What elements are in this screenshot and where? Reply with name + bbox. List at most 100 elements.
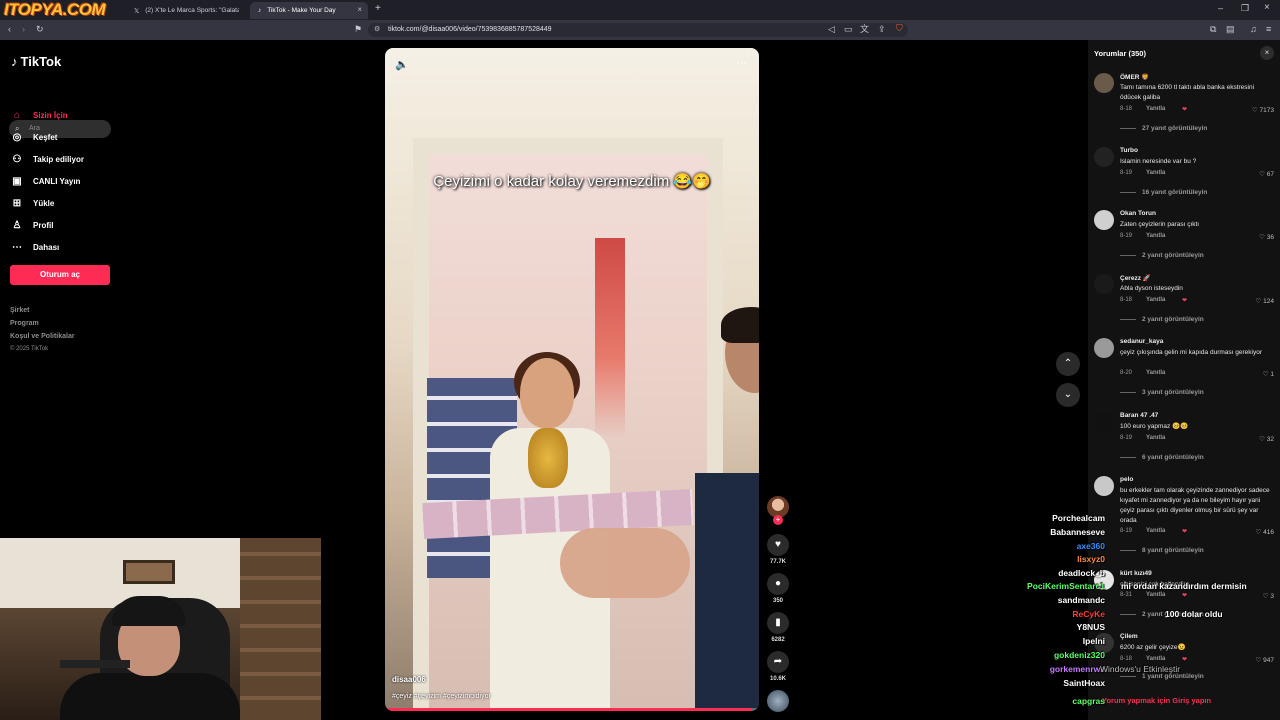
- extensions-icon[interactable]: ⧉: [1210, 25, 1216, 34]
- reply-button[interactable]: Yanıtla: [1146, 370, 1165, 376]
- translate-icon[interactable]: 文: [860, 25, 869, 34]
- view-replies-button[interactable]: 3 yanıt görüntüleyin: [1120, 389, 1204, 396]
- nav-label: Dahası: [33, 242, 60, 252]
- comment-likes[interactable]: ♡ 124: [1256, 297, 1275, 305]
- close-tab-icon[interactable]: ×: [357, 5, 362, 14]
- avatar[interactable]: [1094, 274, 1114, 294]
- comment-likes[interactable]: ♡ 36: [1259, 233, 1274, 241]
- view-replies-button[interactable]: 6 yanıt görüntüleyin: [1120, 454, 1204, 461]
- video-username[interactable]: disaa006: [392, 675, 426, 684]
- forward-icon[interactable]: ›: [22, 25, 25, 34]
- sidebar-toggle-icon[interactable]: ▤: [1226, 25, 1235, 34]
- nav-more[interactable]: ⋯ Dahası: [11, 239, 59, 255]
- comment-user[interactable]: Turbo: [1120, 147, 1138, 154]
- comment-date: 8-19: [1120, 528, 1133, 534]
- video-player[interactable]: 🔈 ⋯ Çeyizimi o kadar kolay veremezdim 😂🤭…: [385, 48, 759, 711]
- avatar[interactable]: [1094, 73, 1114, 93]
- comment-likes[interactable]: ♡ 3: [1263, 592, 1274, 600]
- reply-button[interactable]: Yanıtla: [1146, 528, 1165, 534]
- nav-live[interactable]: ▣ CANLI Yayın: [11, 173, 80, 189]
- new-tab-button[interactable]: +: [375, 3, 381, 14]
- comment-user[interactable]: ÖMER 🦁: [1120, 73, 1149, 81]
- follow-plus-icon[interactable]: +: [773, 515, 783, 525]
- login-button[interactable]: Oturum aç: [10, 265, 110, 285]
- nav-profile[interactable]: ♙ Profil: [11, 217, 54, 233]
- close-window-icon[interactable]: ×: [1264, 2, 1270, 13]
- volume-icon[interactable]: 🔈: [395, 58, 409, 71]
- reply-button[interactable]: Yanıtla: [1146, 435, 1165, 441]
- save-button[interactable]: ▮ 6282: [766, 612, 790, 643]
- login-to-comment-link[interactable]: Yorum yapmak için Giriş yapın: [1102, 696, 1211, 705]
- reply-button[interactable]: Yanıtla: [1146, 233, 1165, 239]
- close-comments-button[interactable]: ×: [1260, 46, 1274, 60]
- share-icon[interactable]: ⇪: [878, 25, 886, 34]
- next-video-button[interactable]: ⌄: [1056, 383, 1080, 407]
- back-icon[interactable]: ‹: [8, 25, 11, 34]
- comment-user[interactable]: Okan Torun: [1120, 210, 1156, 217]
- comment-user[interactable]: Çerezz 🚀: [1120, 274, 1151, 282]
- tab-tiktok[interactable]: ♪ TikTok - Make Your Day ×: [250, 2, 368, 19]
- comment-likes[interactable]: ♡ 67: [1259, 170, 1274, 178]
- comment-date: 8-31: [1120, 592, 1133, 598]
- comment-date: 8-20: [1120, 370, 1133, 376]
- brave-shield-icon[interactable]: ⛉: [896, 24, 903, 33]
- reload-icon[interactable]: ↻: [36, 25, 44, 34]
- nav-explore[interactable]: ◎ Keşfet: [11, 129, 58, 145]
- menu-icon[interactable]: ≡: [1266, 25, 1271, 34]
- comment-user[interactable]: Baran 47 .47: [1120, 412, 1158, 419]
- maximize-icon[interactable]: ❐: [1241, 3, 1249, 14]
- music-disc-icon[interactable]: [767, 690, 789, 712]
- nav-for-you[interactable]: ⌂ Sizin İçin: [11, 107, 68, 123]
- avatar[interactable]: [1094, 338, 1114, 358]
- nav-upload[interactable]: ⊞ Yükle: [11, 195, 55, 211]
- comment-likes[interactable]: ♡ 416: [1256, 528, 1275, 536]
- video-hashtags[interactable]: #çeyiz #çeyizim #çeyizimgidiyor: [392, 693, 491, 700]
- previous-video-button[interactable]: ⌃: [1056, 352, 1080, 376]
- comment-likes[interactable]: ♡ 32: [1259, 435, 1274, 443]
- avatar[interactable]: [1094, 476, 1114, 496]
- comment-likes[interactable]: ♡ 1: [1263, 370, 1274, 378]
- comment-button[interactable]: ● 350: [766, 573, 790, 604]
- bookmark-icon[interactable]: ⚑: [354, 25, 362, 34]
- view-replies-button[interactable]: 2 yanıt görüntüleyin: [1120, 316, 1204, 323]
- video-progress-bar[interactable]: [385, 708, 759, 711]
- avatar[interactable]: [1094, 412, 1114, 432]
- like-button[interactable]: ♥ 77.7K: [766, 534, 790, 565]
- tiktok-sidebar: ♪ TikTok ⌕ Ara ⌂ Sizin İçin ◎ Keşfet ⚇ Taki…: [0, 40, 120, 540]
- wall-picture: [123, 560, 175, 584]
- comment-user[interactable]: sedanur_kaya: [1120, 338, 1163, 345]
- reply-button[interactable]: Yanıtla: [1146, 106, 1165, 112]
- minimize-icon[interactable]: –: [1218, 3, 1223, 13]
- avatar[interactable]: [1094, 210, 1114, 230]
- mute-site-icon[interactable]: ◁: [828, 25, 835, 34]
- media-icon[interactable]: ♫: [1250, 25, 1257, 34]
- nav-following[interactable]: ⚇ Takip ediliyor: [11, 151, 84, 167]
- footer-terms-link[interactable]: Koşul ve Politikalar: [10, 333, 75, 340]
- url-field[interactable]: ⚙ tiktok.com/@disaa006/video/75398368857…: [368, 23, 908, 37]
- tab-x[interactable]: 𝕏 (2) X'te Le Marca Sports: "Galatasaray: [126, 2, 250, 19]
- avatar[interactable]: [1094, 147, 1114, 167]
- comment-likes[interactable]: ♡ 7173: [1252, 106, 1274, 114]
- comment-user[interactable]: pelo: [1120, 476, 1133, 483]
- view-replies-button[interactable]: 2 yanıt görüntüleyin: [1120, 252, 1204, 259]
- site-info-icon[interactable]: ⚙: [374, 23, 380, 37]
- footer-company-link[interactable]: Şirket: [10, 307, 29, 314]
- footer-program-link[interactable]: Program: [10, 320, 39, 327]
- view-replies-button[interactable]: 1 yanıt görüntüleyin: [1120, 673, 1204, 680]
- reply-button[interactable]: Yanıtla: [1146, 592, 1165, 598]
- cast-icon[interactable]: ▭: [844, 25, 853, 34]
- comment-date: 8-19: [1120, 435, 1133, 441]
- reply-button[interactable]: Yanıtla: [1146, 297, 1165, 303]
- comment-user[interactable]: Çilem: [1120, 633, 1138, 640]
- comment-likes[interactable]: ♡ 947: [1256, 656, 1275, 664]
- tab-title: (2) X'te Le Marca Sports: "Galatasaray: [145, 7, 240, 14]
- share-button[interactable]: ➦ 10.6K: [766, 651, 790, 682]
- view-replies-button[interactable]: 27 yanıt görüntüleyin: [1120, 125, 1207, 132]
- view-replies-button[interactable]: 16 yanıt görüntüleyin: [1120, 189, 1207, 196]
- view-replies-button[interactable]: 8 yanıt görüntüleyin: [1120, 547, 1204, 554]
- more-options-icon[interactable]: ⋯: [736, 56, 747, 69]
- reply-button[interactable]: Yanıtla: [1146, 170, 1165, 176]
- tiktok-logo[interactable]: ♪ TikTok: [11, 54, 61, 69]
- comment-user[interactable]: kürt kızı49: [1120, 570, 1152, 577]
- reply-button[interactable]: Yanıtla: [1146, 656, 1165, 662]
